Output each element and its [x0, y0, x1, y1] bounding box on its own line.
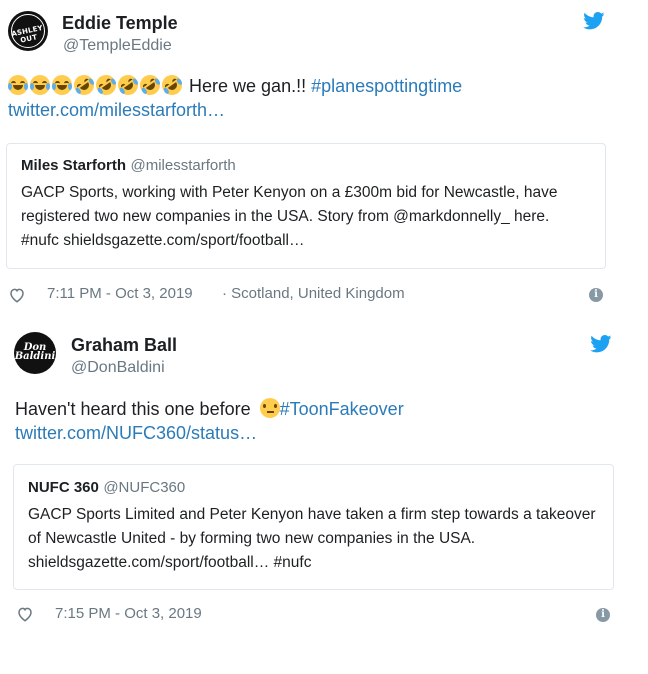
emoji-row — [8, 71, 186, 99]
tweet-body: Here we gan.!! — [189, 76, 307, 96]
info-icon[interactable]: i — [596, 608, 610, 622]
avatar[interactable]: Don Baldini — [14, 332, 56, 374]
quoted-author-name: Miles Starforth — [21, 157, 127, 174]
face-with-tears-of-joy-icon — [30, 75, 50, 95]
avatar-text: Don Baldini — [14, 342, 56, 362]
rolling-on-the-floor-laughing-icon — [158, 71, 186, 99]
hashtag-link[interactable]: #ToonFakeover — [280, 399, 404, 419]
tweet-timestamp[interactable]: 7:11 PM - Oct 3, 2019 — [47, 285, 193, 302]
thinking-face-icon — [259, 398, 280, 418]
author-name[interactable]: Graham Ball — [71, 335, 177, 356]
face-with-tears-of-joy-icon — [8, 75, 28, 95]
tweet-location[interactable]: · Scotland, United Kingdom — [222, 285, 405, 302]
avatar[interactable]: ASHLEY OUT — [8, 11, 48, 51]
like-heart-icon[interactable] — [16, 605, 34, 623]
quoted-tweet-text: GACP Sports, working with Peter Kenyon o… — [21, 184, 558, 249]
twitter-bird-icon[interactable] — [590, 335, 612, 353]
rolling-on-the-floor-laughing-icon — [92, 71, 120, 99]
author-handle[interactable]: @DonBaldini — [71, 359, 165, 377]
quoted-tweet-link[interactable]: twitter.com/NUFC360/status… — [15, 423, 257, 443]
tweet-embed: ASHLEY OUT Eddie Temple @TempleEddie Her… — [0, 0, 648, 320]
face-with-tears-of-joy-icon — [52, 75, 72, 95]
tweet-text: Haven't heard this one before #ToonFakeo… — [15, 397, 625, 445]
twitter-bird-icon[interactable] — [583, 12, 605, 30]
rolling-on-the-floor-laughing-icon — [136, 71, 164, 99]
author-handle[interactable]: @TempleEddie — [63, 37, 172, 55]
like-heart-icon[interactable] — [8, 286, 26, 304]
quoted-tweet-card[interactable]: NUFC 360 @NUFC360 GACP Sports Limited an… — [13, 464, 614, 590]
author-name[interactable]: Eddie Temple — [62, 13, 178, 34]
quoted-tweet-card[interactable]: Miles Starforth @milesstarforth GACP Spo… — [6, 143, 606, 269]
tweet-body: Haven't heard this one before — [15, 399, 251, 419]
quoted-author-name: NUFC 360 — [28, 479, 99, 496]
info-icon[interactable]: i — [589, 288, 603, 302]
quoted-tweet-text: GACP Sports Limited and Peter Kenyon hav… — [28, 506, 596, 571]
quoted-tweet-link[interactable]: twitter.com/milesstarforth… — [8, 100, 225, 120]
rolling-on-the-floor-laughing-icon — [70, 71, 98, 99]
quoted-author-handle: @NUFC360 — [103, 479, 186, 496]
quoted-author-handle: @milesstarforth — [130, 157, 236, 174]
rolling-on-the-floor-laughing-icon — [114, 71, 142, 99]
tweet-text: Here we gan.!! #planespottingtime twitte… — [8, 71, 628, 122]
tweet-timestamp[interactable]: 7:15 PM - Oct 3, 2019 — [55, 605, 202, 622]
hashtag-link[interactable]: #planespottingtime — [311, 76, 462, 96]
tweet-embed: Don Baldini Graham Ball @DonBaldini Have… — [0, 320, 648, 674]
